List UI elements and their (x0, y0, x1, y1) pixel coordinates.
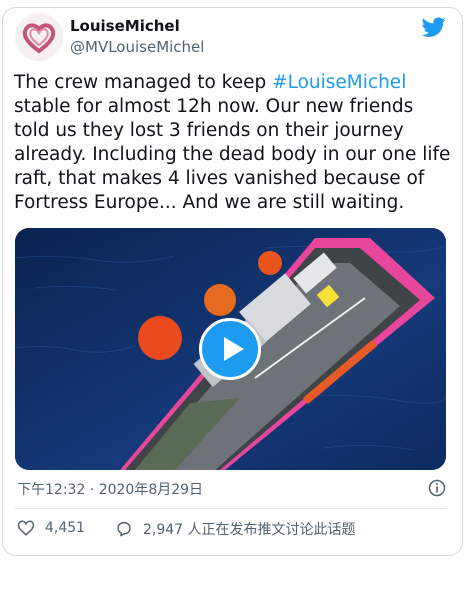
play-button[interactable] (199, 318, 261, 380)
tweet-text: The crew managed to keep #LouiseMichel s… (14, 71, 454, 215)
hashtag-link[interactable]: #LouiseMichel (272, 72, 406, 93)
info-icon[interactable] (428, 479, 446, 497)
discussion-count: 2,947 人正在发布推文讨论此话题 (143, 522, 356, 538)
tweet-timestamp[interactable]: 下午12:32 · 2020年8月29日 (17, 479, 203, 499)
reply-button[interactable]: 2,947 人正在发布推文讨论此话题 (115, 519, 356, 539)
tweet-text-end: stable for almost 12h now. Our new frien… (14, 96, 451, 213)
like-count: 4,451 (45, 520, 86, 536)
comment-icon (117, 521, 131, 537)
twitter-bird-icon[interactable] (422, 15, 446, 39)
heart-icon (17, 520, 35, 536)
like-button[interactable]: 4,451 (17, 519, 85, 537)
display-name[interactable]: LouiseMichel (70, 17, 180, 35)
play-icon (224, 337, 244, 361)
heart-logo-icon (15, 13, 63, 61)
divider (15, 508, 446, 509)
avatar[interactable] (15, 13, 63, 61)
user-handle[interactable]: @MVLouiseMichel (70, 38, 204, 56)
tweet-text-start: The crew managed to keep (14, 72, 273, 93)
